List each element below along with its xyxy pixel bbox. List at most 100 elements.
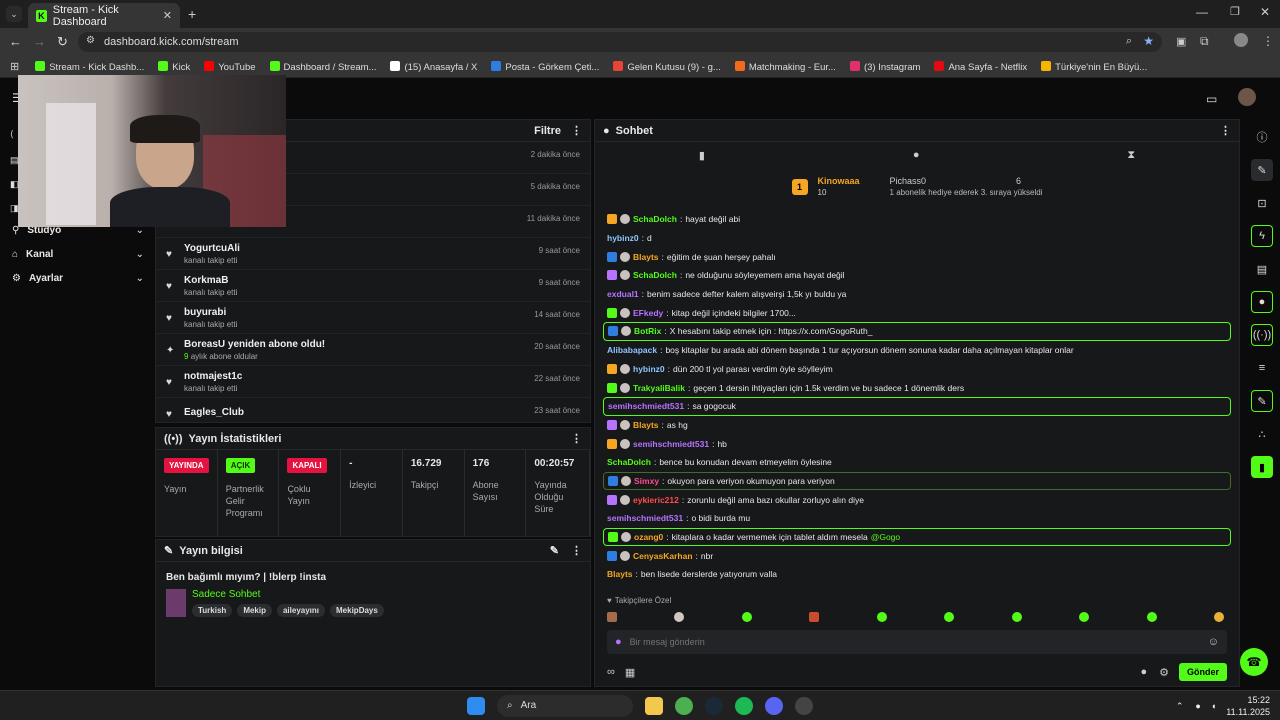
chat-message[interactable]: Alibabapack: boş kitaplar bu arada abi dö… xyxy=(595,341,1239,360)
spotify-icon[interactable] xyxy=(735,696,753,715)
chat-username[interactable]: Alibabapack xyxy=(607,345,657,355)
extensions-puzzle-icon[interactable]: ⧉ xyxy=(1200,34,1209,49)
emote-icon[interactable] xyxy=(674,612,685,622)
broadcast-icon[interactable]: ((·)) xyxy=(1251,324,1273,346)
chat-username[interactable]: eykieric212 xyxy=(633,495,679,505)
chat-username[interactable]: CenyasKarhan xyxy=(633,551,693,561)
bookmark-item[interactable]: Posta - Görkem Çeti... xyxy=(491,60,599,73)
chat-message[interactable]: Blayts: eğitim de şuan herşey pahalı xyxy=(595,247,1239,266)
store-icon[interactable]: ▦ xyxy=(625,666,635,679)
chat-message[interactable]: hybinz0: dün 200 tl yol parası verdim öyl… xyxy=(595,360,1239,379)
more-options-icon[interactable]: ⋮ xyxy=(1220,124,1231,137)
chat-username[interactable]: Blayts xyxy=(633,252,659,262)
bookmark-item[interactable]: (3) Instagram xyxy=(849,60,920,73)
site-info-icon[interactable]: ⚙ xyxy=(86,35,95,46)
bookmark-item[interactable]: Dashboard / Stream... xyxy=(269,60,376,73)
emote-icon[interactable] xyxy=(1079,612,1090,622)
clock-time[interactable]: 15:22 xyxy=(1226,694,1270,706)
chat-message[interactable]: SchaDolch: hayat değil abi xyxy=(595,210,1239,229)
emote-icon[interactable] xyxy=(876,612,887,622)
wrench-icon[interactable]: ✎ xyxy=(1251,390,1273,412)
chat-message[interactable]: TrakyaliBalik: geçen 1 dersin ihtiyaçları… xyxy=(595,378,1239,397)
chat-username[interactable]: TrakyaliBalik xyxy=(633,383,685,393)
chat-message[interactable]: semihschmiedt531: hb xyxy=(595,434,1239,453)
stream-tag[interactable]: MekipDays xyxy=(330,604,384,617)
activity-row[interactable]: ♥ buyurabi kanalı takip etti 14 saat önce xyxy=(156,302,590,334)
reload-icon[interactable]: ↻ xyxy=(57,34,68,50)
steam-icon[interactable] xyxy=(705,696,723,715)
edit-icon[interactable]: ✎ xyxy=(550,544,559,557)
emote-icon[interactable] xyxy=(809,612,820,622)
chat-message[interactable]: CenyasKarhan: nbr xyxy=(595,546,1239,565)
chat-settings-icon[interactable]: ⚙ xyxy=(1159,666,1169,679)
chat-message[interactable]: hybinz0: d xyxy=(595,229,1239,248)
address-bar[interactable]: ⚙ dashboard.kick.com/stream ⌕ ★ xyxy=(78,32,1162,52)
chat-username[interactable]: BotRix xyxy=(634,326,661,336)
obs-icon[interactable] xyxy=(795,696,813,715)
emoji-icon[interactable]: ☺ xyxy=(1208,636,1219,648)
gifter-1-name[interactable]: Kinowaaa xyxy=(818,176,860,187)
crop-icon[interactable]: ⊡ xyxy=(1251,192,1273,214)
mic-icon[interactable]: ● xyxy=(615,636,622,648)
close-window-button[interactable]: ✕ xyxy=(1260,5,1270,19)
zoom-icon[interactable]: ⌕ xyxy=(1126,35,1132,48)
bookmark-item[interactable]: Matchmaking - Eur... xyxy=(734,60,836,73)
activity-row[interactable]: ♥ YogurtcuAli kanalı takip etti 9 saat önce xyxy=(156,238,590,270)
bookmark-item[interactable]: (15) Anasayfa / X xyxy=(390,60,477,73)
chat-username[interactable]: Blayts xyxy=(633,420,659,430)
chat-username[interactable]: exdual1 xyxy=(607,289,639,299)
chat-icon[interactable]: ● xyxy=(1251,291,1273,313)
chat-username[interactable]: semihschmiedt531 xyxy=(608,401,684,411)
activity-row[interactable]: ♥ notmajest1c kanalı takip etti 22 saat önc… xyxy=(156,366,590,398)
user-avatar[interactable] xyxy=(1238,88,1256,106)
trash-icon[interactable]: ▮ xyxy=(699,149,705,162)
bookmark-item[interactable]: Gelen Kutusu (9) - g... xyxy=(613,60,721,73)
maximize-button[interactable]: ❐ xyxy=(1230,5,1240,18)
filter-button[interactable]: Filtre xyxy=(534,125,561,137)
chat-username[interactable]: semihschmiedt531 xyxy=(607,513,683,523)
chat-username[interactable]: EFkedy xyxy=(633,308,663,318)
sidebar-item-settings[interactable]: ⚙ Ayarlar ⌄ xyxy=(12,273,144,284)
info-icon[interactable]: ⓘ xyxy=(1251,126,1273,148)
chrome-icon[interactable] xyxy=(675,696,693,715)
chat-message[interactable]: Simxy: okuyon para veriyon okumuyon para … xyxy=(603,471,1231,491)
minimize-button[interactable]: — xyxy=(1196,5,1208,19)
volume-icon[interactable]: ◖ xyxy=(1211,701,1216,711)
chat-message[interactable]: BotRix: X hesabını takip etmek için : htt… xyxy=(603,322,1231,341)
chat-mention[interactable]: @Gogo xyxy=(871,532,900,542)
tab-list-button[interactable]: ⌄ xyxy=(6,6,22,22)
category-link[interactable]: Sadece Sohbet xyxy=(192,589,389,600)
chat-message[interactable]: exdual1: benim sadece defter kalem alışve… xyxy=(595,285,1239,304)
more-options-icon[interactable]: ⋮ xyxy=(571,124,582,137)
chat-message[interactable]: semihschmiedt531: o bidi burda mu xyxy=(595,509,1239,528)
browser-tab[interactable]: K Stream - Kick Dashboard ✕ xyxy=(28,3,180,28)
chat-username[interactable]: semihschmiedt531 xyxy=(633,439,709,449)
chat-message[interactable]: EFkedy: kitap değil içindeki bilgiler 170… xyxy=(595,303,1239,322)
stream-tag[interactable]: aileyayını xyxy=(276,604,326,617)
emote-icon[interactable] xyxy=(944,612,955,622)
app-icon[interactable]: ▮ xyxy=(1251,456,1273,478)
apps-grid-icon[interactable]: ⊞ xyxy=(10,60,19,73)
activity-row[interactable]: ♥ Eagles_Club 23 saat önce xyxy=(156,398,590,422)
forward-icon[interactable]: → xyxy=(33,34,46,49)
send-button[interactable]: Gönder xyxy=(1178,663,1227,681)
stream-tag[interactable]: Turkish xyxy=(192,604,233,617)
pencil-icon[interactable]: ✎ xyxy=(1251,159,1273,181)
close-tab-icon[interactable]: ✕ xyxy=(163,9,172,22)
back-icon[interactable]: ← xyxy=(9,34,22,49)
browser-menu-icon[interactable]: ⋮ xyxy=(1262,34,1274,48)
chat-bubble-icon[interactable]: ● xyxy=(1140,666,1147,678)
chat-username[interactable]: Simxy xyxy=(634,476,659,486)
more-options-icon[interactable]: ⋮ xyxy=(571,432,582,445)
mic-icon[interactable]: ● xyxy=(1195,701,1200,711)
start-menu-icon[interactable] xyxy=(467,696,485,715)
chat-username[interactable]: SchaDolch xyxy=(607,457,651,467)
chat-message[interactable]: Blayts: as hg xyxy=(595,416,1239,435)
clipboard-icon[interactable]: ▤ xyxy=(1251,258,1273,280)
bookmark-item[interactable]: Ana Sayfa - Netflix xyxy=(934,60,1027,73)
bookmark-item[interactable]: Stream - Kick Dashb... xyxy=(35,60,144,73)
sidebar-item-channel[interactable]: ⌂ Kanal ⌄ xyxy=(12,249,144,260)
lightning-icon[interactable]: ϟ xyxy=(1251,225,1273,247)
new-tab-button[interactable]: + xyxy=(188,6,196,22)
chat-input-box[interactable]: ● ☺ xyxy=(607,630,1227,654)
